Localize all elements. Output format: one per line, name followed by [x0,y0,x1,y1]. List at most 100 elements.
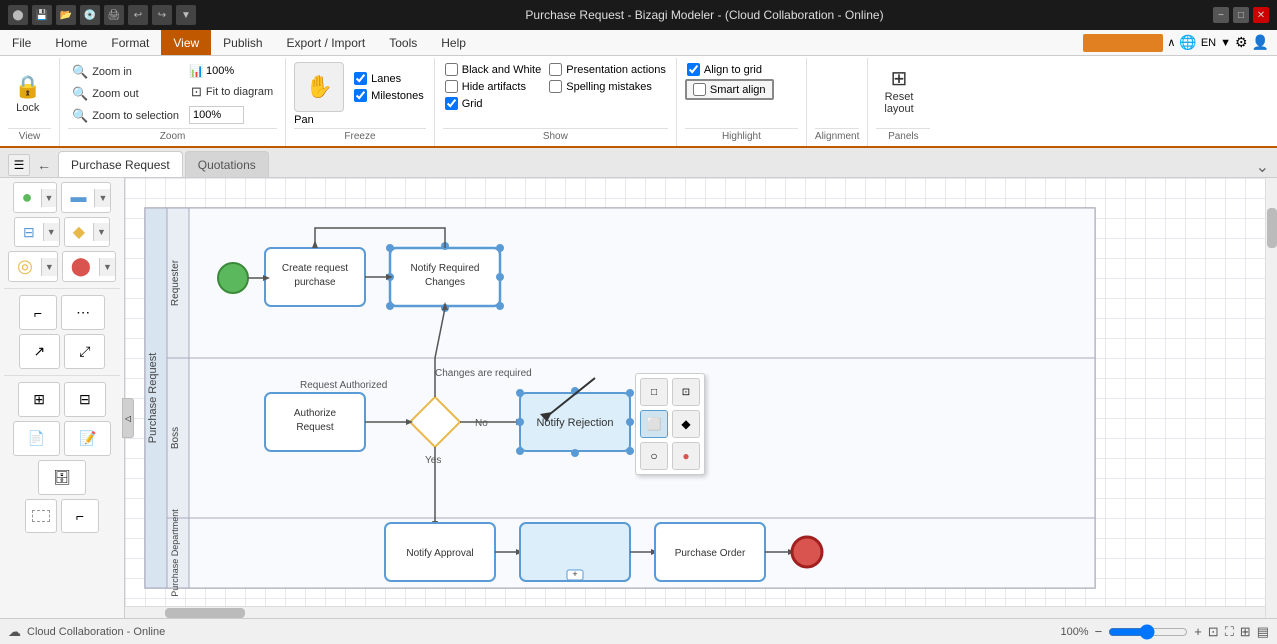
tab-more-button[interactable]: ⌄ [1256,157,1277,177]
data-assoc-tool[interactable]: ⤢ [64,334,105,369]
app-icon-disk[interactable]: 💿 [80,5,100,25]
user-btn[interactable] [1083,34,1163,52]
ctx-resize2-btn[interactable]: ⊡ [672,378,700,406]
zoom-out-btn[interactable]: − [1095,624,1103,639]
intermediate-event-tool[interactable]: ◎ ▼ [8,251,58,282]
lang-arrow[interactable]: ▼ [1220,37,1231,49]
start-event-arrow[interactable]: ▼ [41,189,57,207]
lanes-check-input[interactable] [354,72,367,85]
grid-checkbox[interactable]: Grid [443,96,543,111]
ctx-circle-btn[interactable]: ○ [640,442,668,470]
spelling-input[interactable] [549,80,562,93]
tab-back-button[interactable]: ← [32,153,56,177]
doc-tool[interactable]: 📝 [64,421,111,456]
task-notify-changes-label-2: Changes [425,277,465,288]
zoom-slider[interactable] [1108,624,1188,640]
note-tool[interactable]: 📄 [13,421,60,456]
smart-align-input[interactable] [693,83,706,96]
milestones-check-input[interactable] [354,89,367,102]
ctx-resize1-btn[interactable]: □ [640,378,668,406]
task-arrow[interactable]: ▼ [94,189,110,207]
pool-tool[interactable]: ⊞ [18,382,60,417]
expand-btn[interactable]: ∧ [1167,36,1175,49]
fit-to-diagram-button[interactable]: ⊡ Fit to diagram [187,82,277,102]
lock-button[interactable]: 🔒 Lock [8,72,47,116]
gateway-arrow[interactable]: ▼ [93,223,109,241]
presentation-actions-checkbox[interactable]: Presentation actions [547,62,668,77]
menu-view[interactable]: View [161,30,211,55]
app-icon-more[interactable]: ▼ [176,5,196,25]
user-icon[interactable]: 👤 [1252,34,1269,51]
end-event-arrow[interactable]: ▼ [99,258,115,276]
subprocess-arrow[interactable]: ▼ [43,223,59,241]
maximize-button[interactable]: □ [1233,7,1249,23]
start-event-tool[interactable]: ● ▼ [13,182,58,213]
ctx-task-btn[interactable]: ⬜ [640,410,668,438]
scrollbar-h-thumb[interactable] [165,608,245,618]
end-event[interactable] [792,537,822,567]
menu-home[interactable]: Home [43,30,99,55]
end-event-tool[interactable]: ⬤ ▼ [62,251,116,282]
grid-toggle-btn[interactable]: ⊞ [1240,624,1251,640]
scrollbar-horizontal[interactable] [125,606,1265,618]
gateway-tool[interactable]: ◆ ▼ [64,217,110,247]
spelling-checkbox[interactable]: Spelling mistakes [547,79,668,94]
zoom-in-status-btn[interactable]: + [1194,624,1202,639]
message-flow-tool[interactable]: ⋯ [61,295,105,330]
fullscreen-btn[interactable]: ⛶ [1225,624,1234,640]
menu-publish[interactable]: Publish [211,30,274,55]
subprocess-tool[interactable]: ⊟ ▼ [14,217,60,247]
zoom-input-field[interactable] [189,106,244,124]
canvas-area[interactable]: Purchase Request Requester Boss Purchase… [125,178,1277,618]
panel-toggle-btn[interactable]: ▤ [1257,624,1269,640]
app-icon-print[interactable]: 🖨 [104,5,124,25]
scrollbar-thumb[interactable] [1267,208,1277,248]
app-icon-save[interactable]: 💾 [32,5,52,25]
zoom-in-button[interactable]: 🔍 Zoom in [68,62,183,82]
start-event[interactable] [218,263,248,293]
corner-tool[interactable]: ⌐ [61,499,99,533]
ctx-end-btn[interactable]: ● [672,442,700,470]
tab-quotations[interactable]: Quotations [185,151,269,177]
tab-purchase-request[interactable]: Purchase Request [58,151,183,177]
scrollbar-vertical[interactable] [1265,178,1277,618]
black-white-checkbox[interactable]: Black and White [443,62,543,77]
smart-align-box[interactable]: Smart align [685,79,774,100]
black-white-input[interactable] [445,63,458,76]
fit-view-btn[interactable]: ⊡ [1208,624,1219,640]
ctx-gateway-btn[interactable]: ◆ [672,410,700,438]
presentation-actions-input[interactable] [549,63,562,76]
zoom-out-button[interactable]: 🔍 Zoom out [68,84,183,104]
menu-format[interactable]: Format [99,30,161,55]
task-tool[interactable]: ▬ ▼ [61,182,111,213]
menu-file[interactable]: File [0,30,43,55]
reset-layout-button[interactable]: ⊞ Resetlayout [876,62,921,119]
app-icon-redo[interactable]: ↪ [152,5,172,25]
lanes-checkbox[interactable]: Lanes [352,71,426,86]
diagrams-list-button[interactable]: ☰ [8,154,30,176]
app-icon-open[interactable]: 📂 [56,5,76,25]
app-icon-undo[interactable]: ↩ [128,5,148,25]
zoom-to-selection-button[interactable]: 🔍 Zoom to selection [68,106,183,126]
db-tool[interactable]: 🗄 [38,460,86,495]
grid-input[interactable] [445,97,458,110]
sequence-flow-tool[interactable]: ⌐ [19,295,57,330]
ctx-row-3: ○ ● [640,442,700,470]
align-grid-input[interactable] [687,63,700,76]
lane-tool[interactable]: ⊟ [64,382,106,417]
association-tool[interactable]: ↗ [19,334,61,369]
hide-artifacts-input[interactable] [445,80,458,93]
settings-icon[interactable]: ⚙ [1235,34,1248,51]
sidebar-collapse-button[interactable]: ◁ [122,398,134,438]
pan-button[interactable]: ✋ [294,62,344,112]
milestones-checkbox[interactable]: Milestones [352,88,426,103]
menu-tools[interactable]: Tools [377,30,429,55]
close-button[interactable]: ✕ [1253,7,1269,23]
menu-help[interactable]: Help [429,30,478,55]
menu-export-import[interactable]: Export / Import [275,30,378,55]
dashed-rect-tool[interactable] [25,499,57,533]
align-grid-checkbox[interactable]: Align to grid [685,62,774,77]
intermediate-event-arrow[interactable]: ▼ [41,258,57,276]
hide-artifacts-checkbox[interactable]: Hide artifacts [443,79,543,94]
minimize-button[interactable]: − [1213,7,1229,23]
